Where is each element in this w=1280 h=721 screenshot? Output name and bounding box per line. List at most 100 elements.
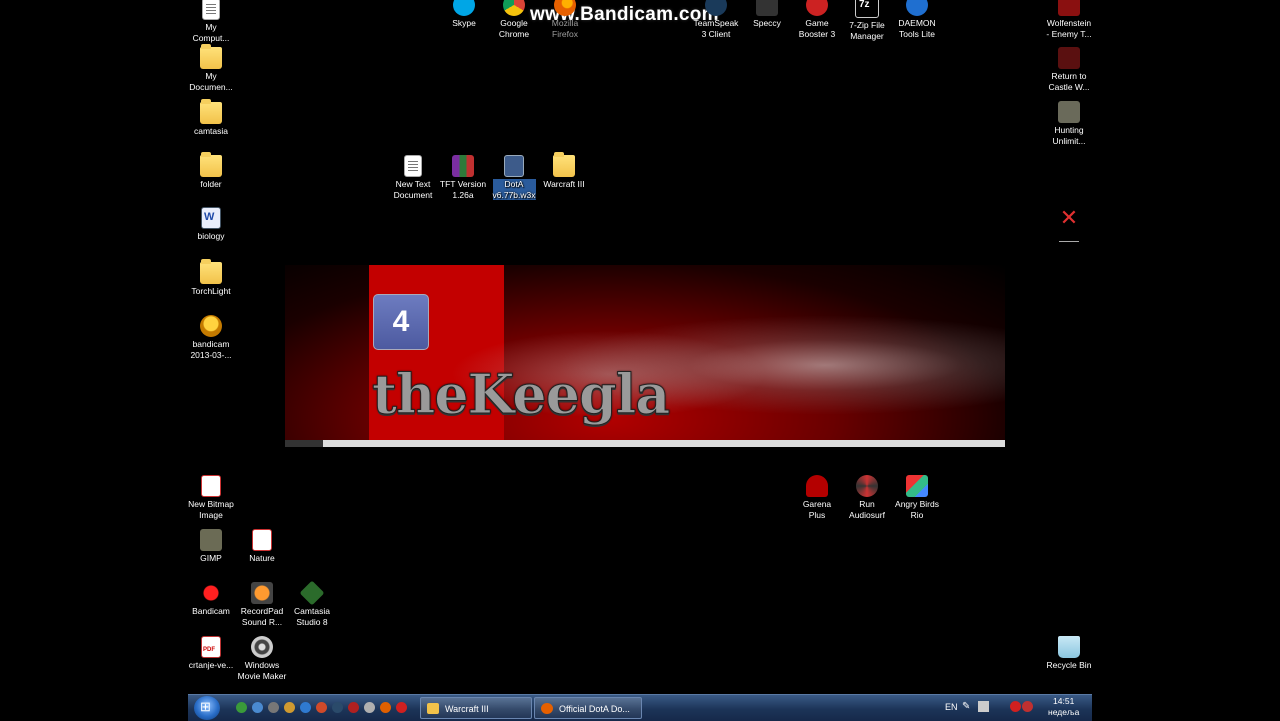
folder-icon [200,99,222,124]
security-tray-icon[interactable] [1022,701,1033,712]
wallpaper-bar-dark [285,440,323,447]
wallpaper-image: 4 theKeegla [285,265,1005,447]
desktop-icon-game-booster[interactable]: Game Booster 3 [790,0,844,39]
desktop-icon-daemon[interactable]: DAEMON Tools Lite [890,0,944,39]
computer-icon [202,0,220,20]
quicklaunch-bandicam-icon[interactable] [396,702,407,713]
wallpaper-bar [285,440,1005,447]
language-indicator[interactable]: EN [945,702,958,712]
recordpad-icon [251,582,273,604]
recycle-bin-icon [1058,636,1080,658]
close-icon[interactable]: ✕ [1058,207,1080,229]
desktop-icon-wolfenstein[interactable]: Wolfenstein - Enemy T... [1042,0,1096,39]
keyboard-icon[interactable] [978,701,989,712]
desktop-icon-ortanje[interactable]: crtanje-ve... [184,636,238,671]
desktop-icon-recycle-bin[interactable]: Recycle Bin [1042,636,1096,671]
castle-wolfenstein-icon [1058,47,1080,69]
clock[interactable]: 14:51 недеља [1048,696,1079,718]
quicklaunch-ie-icon[interactable] [252,702,263,713]
desktop-icon-teamspeak[interactable]: TeamSpeak 3 Client [689,0,743,39]
bandicam-tray-icon[interactable] [1010,701,1021,712]
desktop-icon-tft-version[interactable]: TFT Version 1.26a [436,155,490,200]
desktop-icon-camtasia-studio[interactable]: Camtasia Studio 8 [285,580,339,627]
desktop-icon-gimp[interactable]: GIMP [184,529,238,564]
start-button[interactable]: ⊞ [194,696,220,720]
desktop-icon-firefox[interactable]: Mozilla Firefox [538,0,592,39]
quicklaunch-show-desktop-icon[interactable] [268,702,279,713]
desktop-icon-folder[interactable]: folder [184,152,238,190]
desktop-icon-biology[interactable]: biology [184,207,238,242]
hunting-unlimited-icon [1058,101,1080,123]
daemon-tools-icon [906,0,928,16]
wallpaper-badge-icon: 4 [373,294,429,350]
bandicam-icon [200,582,222,604]
quicklaunch-speccy-icon[interactable] [364,702,375,713]
rar-archive-icon [452,155,474,177]
bitmap-icon [201,475,221,497]
taskbar: ⊞ Warcraft III Official DotA Do... EN ✎ … [188,694,1092,721]
desktop-icon-torchlight[interactable]: TorchLight [184,259,238,297]
quicklaunch-skype-icon[interactable] [300,702,311,713]
desktop-icon-my-documents[interactable]: My Documen... [184,44,238,92]
clock-time: 14:51 [1053,696,1075,706]
desktop-icon-bandicam[interactable]: Bandicam [184,582,238,617]
quicklaunch-firefox-icon[interactable] [380,702,391,713]
movie-maker-icon [251,636,273,658]
desktop-icon-dota-map[interactable]: DotA v6.77b.w3x [487,155,541,200]
folder-icon [553,152,575,177]
wolfenstein-icon [1058,0,1080,16]
desktop-icon-warcraft-folder[interactable]: Warcraft III [537,152,591,190]
windows-logo-icon: ⊞ [200,699,211,714]
quicklaunch-utorrent-icon[interactable] [236,702,247,713]
folder-icon [427,703,439,714]
desktop-icon-angry-birds[interactable]: Angry Birds Rio [890,475,944,520]
nature-icon [252,529,272,551]
audiosurf-icon [856,475,878,497]
desktop-icon-new-text-document[interactable]: New Text Document [386,155,440,200]
angry-birds-icon [906,475,928,497]
desktop-icon-bandicam-avi[interactable]: bandicam 2013-03-... [184,315,238,360]
folder-icon [200,259,222,284]
folder-icon [200,152,222,177]
text-document-icon [404,155,422,177]
divider [1059,241,1079,242]
quicklaunch-folder-icon[interactable] [284,702,295,713]
desktop-icon-movie-maker[interactable]: Windows Movie Maker [235,636,289,681]
quicklaunch-game-booster-icon[interactable] [348,702,359,713]
desktop-icon-return-castle[interactable]: Return to Castle W... [1042,47,1096,92]
desktop-icon-garena[interactable]: Garena Plus [790,475,844,520]
speccy-icon [756,0,778,16]
avi-icon [200,315,222,337]
chrome-icon [503,0,525,16]
desktop-icon-new-bitmap[interactable]: New Bitmap Image [184,475,238,520]
desktop-icon-hunting[interactable]: Hunting Unlimit... [1042,101,1096,146]
quicklaunch-teamspeak-icon[interactable] [332,702,343,713]
desktop-icon-skype[interactable]: Skype [437,0,491,29]
clock-day: недеља [1048,707,1080,717]
teamspeak-icon [705,0,727,16]
gimp-icon [200,529,222,551]
w3x-map-icon [504,155,524,177]
wallpaper-logo-text: theKeegla [371,362,670,427]
desktop-icon-audiosurf[interactable]: Run Audiosurf [840,475,894,520]
game-booster-icon [806,0,828,16]
garena-icon [806,475,828,497]
desktop-icon-recordpad[interactable]: RecordPad Sound R... [235,582,289,627]
desktop-icon-my-computer[interactable]: My Comput... [184,0,238,43]
pdf-icon [201,636,221,658]
desktop-icon-7zip[interactable]: 7-Zip File Manager [840,0,894,41]
firefox-icon [554,0,576,16]
pen-icon[interactable]: ✎ [962,701,973,712]
skype-icon [453,0,475,16]
desktop-icon-chrome[interactable]: Google Chrome [487,0,541,39]
quicklaunch-chrome-icon[interactable] [316,702,327,713]
desktop-icon-camtasia-folder[interactable]: camtasia [184,99,238,137]
7zip-icon [855,0,879,18]
taskbar-task-firefox[interactable]: Official DotA Do... [534,697,642,719]
documents-icon [200,44,222,69]
desktop-icon-nature[interactable]: Nature [235,529,289,564]
taskbar-task-warcraft[interactable]: Warcraft III [420,697,532,719]
desktop-icon-speccy[interactable]: Speccy [740,0,794,29]
camtasia-icon [299,580,325,606]
word-doc-icon [201,207,221,229]
